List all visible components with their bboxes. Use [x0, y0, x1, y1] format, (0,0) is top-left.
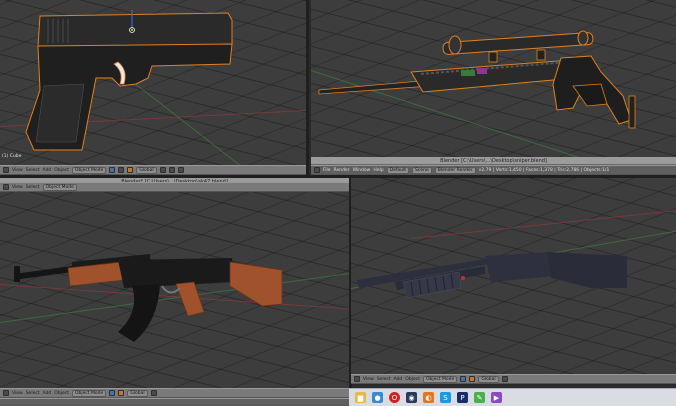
chrome-icon[interactable]: ●	[372, 392, 383, 403]
viewport-ak[interactable]	[0, 192, 349, 388]
object-menu[interactable]: Object	[54, 168, 69, 173]
editor-type-icon[interactable]	[314, 167, 320, 173]
sniper-model[interactable]	[311, 0, 676, 157]
editor-type-icon[interactable]	[3, 167, 9, 173]
pivot-icon[interactable]	[118, 167, 125, 173]
mode-select[interactable]: Object Mode	[71, 389, 107, 397]
engine-select[interactable]: Blender Render	[434, 166, 476, 174]
layout-select[interactable]: Default	[386, 166, 410, 174]
window-menu[interactable]: Window	[353, 168, 371, 173]
render-menu[interactable]: Render	[334, 168, 350, 173]
viewport-header-shotgun: View Select Add Object Object Mode Globa…	[351, 374, 676, 384]
view-menu[interactable]: View	[363, 377, 374, 382]
view-menu[interactable]: View	[12, 391, 23, 396]
object-menu[interactable]: Object	[405, 377, 420, 382]
paint-icon[interactable]: ✎	[474, 392, 485, 403]
add-menu[interactable]: Add	[394, 377, 403, 382]
editor-type-icon[interactable]	[3, 184, 9, 190]
snap-icon[interactable]	[168, 167, 175, 173]
mode-select[interactable]: Object Mode	[422, 375, 458, 383]
mode-select[interactable]: Object Mode	[42, 183, 77, 191]
shading-icon[interactable]	[109, 390, 116, 396]
editor-type-icon[interactable]	[3, 390, 9, 396]
viewport-sniper[interactable]	[311, 0, 676, 157]
file-explorer-icon[interactable]: ▆	[355, 392, 366, 403]
manipulator-icon[interactable]	[127, 167, 134, 173]
orientation-select[interactable]: Global	[478, 375, 499, 383]
windows-taskbar: ▆ ● O ◉ ◐ S P ✎ ▶	[349, 388, 676, 406]
timeline-header	[0, 398, 349, 406]
top-menu-ak: View Select Object Mode	[0, 182, 349, 192]
orientation-select[interactable]: Global	[127, 389, 148, 397]
viewport-pistol[interactable]: (1) Cube	[0, 0, 306, 165]
object-menu[interactable]: Object	[54, 391, 69, 396]
pistol-model[interactable]	[0, 0, 306, 165]
mode-select[interactable]: Object Mode	[71, 166, 107, 174]
opera-icon[interactable]: O	[389, 392, 400, 403]
manipulator-icon[interactable]	[118, 390, 125, 396]
object-label: (1) Cube	[2, 154, 22, 159]
area-splitter[interactable]	[306, 0, 309, 178]
media-icon[interactable]: ▶	[491, 392, 502, 403]
render-preview-icon[interactable]	[177, 167, 184, 173]
shading-icon[interactable]	[460, 376, 467, 382]
select-menu[interactable]: Select	[26, 185, 40, 190]
scene-select[interactable]: Scene	[412, 166, 432, 174]
steam-icon[interactable]: ◉	[406, 392, 417, 403]
select-menu[interactable]: Select	[377, 377, 391, 382]
view-menu[interactable]: View	[12, 185, 23, 190]
photoshop-icon[interactable]: P	[457, 392, 468, 403]
shotgun-model[interactable]	[351, 178, 676, 374]
select-menu[interactable]: Select	[26, 168, 40, 173]
help-menu[interactable]: Help	[373, 168, 383, 173]
area-splitter-horizontal[interactable]	[0, 175, 676, 178]
layers-icon[interactable]	[150, 390, 157, 396]
manipulator-icon[interactable]	[469, 376, 476, 382]
blender-icon[interactable]: ◐	[423, 392, 434, 403]
info-header: File Render Window Help Default Scene Bl…	[311, 165, 676, 175]
viewport-header-ak: View Select Add Object Object Mode Globa…	[0, 388, 349, 398]
viewport-header-pistol: View Select Add Object Object Mode Globa…	[0, 165, 306, 175]
layers-icon[interactable]	[159, 167, 166, 173]
orientation-select[interactable]: Global	[136, 166, 157, 174]
skype-icon[interactable]: S	[440, 392, 451, 403]
stats-text: v2.79 | Verts:1,450 | Faces:1,378 | Tris…	[478, 167, 610, 173]
view-menu[interactable]: View	[12, 168, 23, 173]
file-menu[interactable]: File	[323, 168, 331, 173]
add-menu[interactable]: Add	[43, 391, 52, 396]
editor-type-icon[interactable]	[354, 376, 360, 382]
shading-icon[interactable]	[109, 167, 116, 173]
window-title-sniper: Blender [C:\Users\...\Desktop\sniper.ble…	[311, 157, 676, 165]
ak-model[interactable]	[0, 192, 349, 388]
add-menu[interactable]: Add	[43, 168, 52, 173]
viewport-shotgun[interactable]	[351, 178, 676, 374]
select-menu[interactable]: Select	[26, 391, 40, 396]
layers-icon[interactable]	[501, 376, 508, 382]
